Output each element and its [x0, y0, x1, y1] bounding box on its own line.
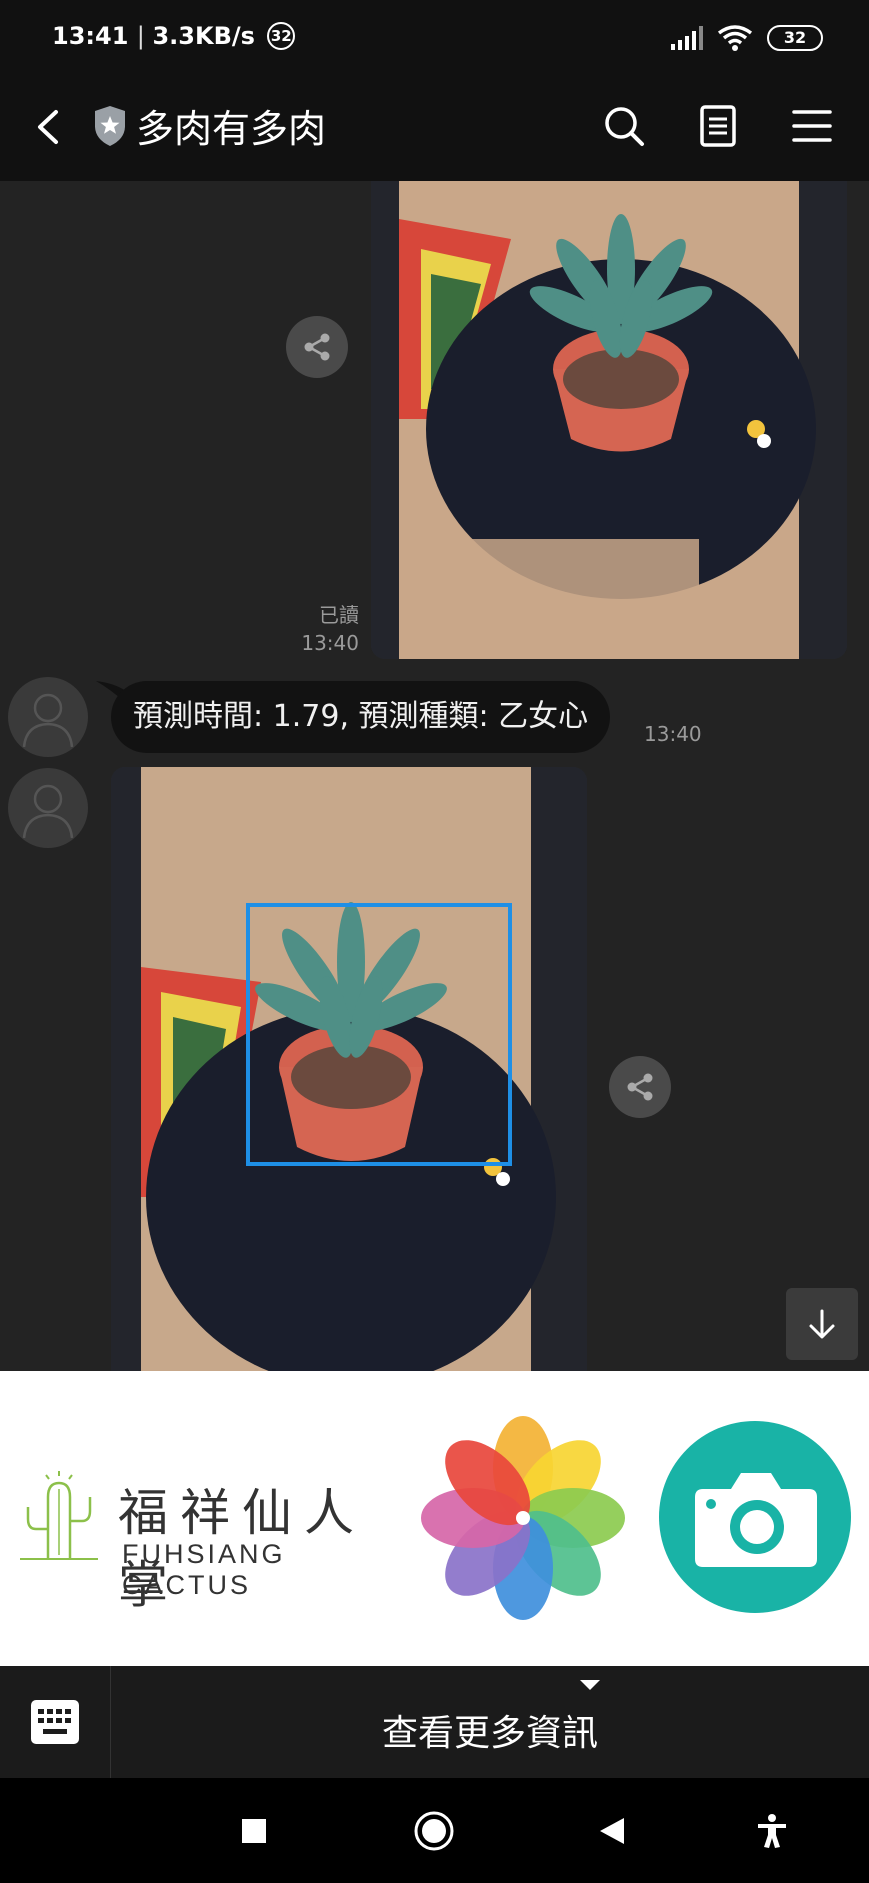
status-bar: 13:41 | 3.3KB/s 32 32 [0, 0, 869, 72]
share-button[interactable] [286, 316, 348, 378]
share-button[interactable] [609, 1056, 671, 1118]
status-time: 13:41 [52, 22, 129, 50]
notes-icon[interactable] [692, 100, 744, 152]
status-icons: 32 [671, 24, 823, 52]
default-avatar-icon [22, 784, 74, 839]
brand-area-button[interactable]: 福祥仙人掌 FUHSIANG CACTUS [0, 1371, 410, 1666]
scroll-to-bottom-button[interactable] [786, 1288, 858, 1360]
notification-count-badge: 32 [267, 22, 296, 50]
default-avatar-icon [22, 693, 74, 748]
menu-icon[interactable] [786, 100, 838, 152]
text-message-bubble[interactable]: 預測時間: 1.79, 預測種類: 乙女心 [111, 681, 611, 753]
square-icon [242, 1819, 266, 1843]
rich-menu-toggle-label: 查看更多資訊 [381, 1713, 598, 1754]
chat-area[interactable]: 已讀 13:40 預測時間: 1.79, 預測種類: 乙女心 13:40 [0, 181, 869, 1371]
verified-shield-icon [95, 106, 125, 146]
status-time-row: 13:41 | 3.3KB/s 32 [52, 22, 296, 50]
avatar[interactable] [8, 768, 88, 848]
detection-photo [111, 767, 587, 1371]
message-time: 13:40 [644, 722, 702, 746]
recents-button[interactable] [229, 1806, 279, 1856]
keyboard-icon [31, 1700, 79, 1744]
home-circle-icon [414, 1811, 454, 1851]
arrow-down-icon [809, 1309, 835, 1339]
photo-gallery-button[interactable] [418, 1413, 628, 1623]
photos-icon [421, 1416, 625, 1620]
avatar[interactable] [8, 677, 88, 757]
camera-button[interactable] [659, 1421, 851, 1613]
search-icon[interactable] [598, 100, 650, 152]
accessibility-icon [758, 1814, 786, 1848]
rich-menu: 福祥仙人掌 FUHSIANG CACTUS [0, 1371, 869, 1666]
rich-menu-toggle[interactable]: 查看更多資訊 [111, 1666, 869, 1778]
chat-title: 多肉有多肉 [136, 107, 327, 151]
read-receipt: 已讀 13:40 [301, 601, 359, 657]
sent-photo-message[interactable] [371, 181, 847, 659]
accessibility-button[interactable] [747, 1806, 797, 1856]
cactus-logo-icon [20, 1471, 98, 1560]
back-arrow-icon[interactable] [28, 102, 68, 152]
battery-indicator: 32 [767, 25, 823, 51]
share-icon [627, 1073, 653, 1101]
succulent-photo [371, 181, 847, 659]
signal-icon [671, 26, 703, 50]
back-button[interactable] [587, 1806, 637, 1856]
home-button[interactable] [409, 1806, 459, 1856]
wifi-icon [717, 25, 753, 51]
menu-bar: 查看更多資訊 [0, 1666, 869, 1778]
camera-icon [695, 1473, 817, 1567]
brand-name-en: FUHSIANG CACTUS [122, 1539, 286, 1600]
chat-header: 多肉有多肉 [0, 72, 869, 181]
read-label: 已讀 [319, 603, 359, 627]
caret-down-icon [580, 1680, 600, 1690]
share-icon [304, 333, 330, 361]
back-triangle-icon [600, 1818, 624, 1844]
network-speed: 3.3KB/s [152, 22, 255, 50]
system-nav-bar [0, 1778, 869, 1883]
detection-photo-message[interactable] [111, 767, 587, 1371]
message-time: 13:40 [301, 631, 359, 655]
keyboard-toggle-button[interactable] [0, 1666, 111, 1778]
